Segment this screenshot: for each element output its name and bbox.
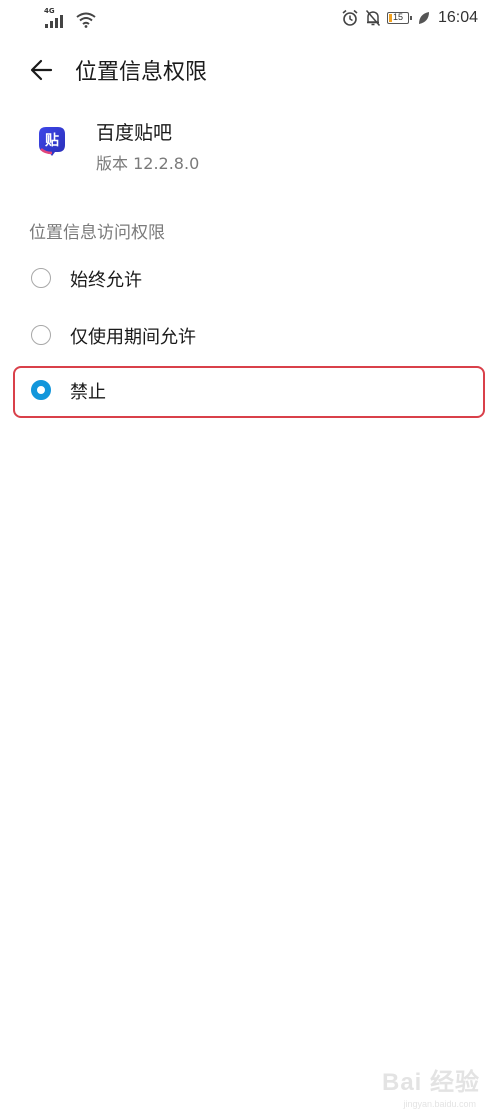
alarm-icon — [342, 9, 358, 26]
app-version: 版本 12.2.8.0 — [96, 154, 200, 173]
eco-leaf-icon — [418, 12, 429, 24]
app-icon-glyph: 贴 — [45, 132, 59, 149]
watermark-logo: Bai 经验 — [381, 1069, 480, 1096]
signal-icon — [45, 15, 63, 28]
status-bar: 4G 15 16:04 — [0, 0, 500, 36]
battery-cap — [409, 16, 412, 20]
battery-level-label: 15 — [392, 12, 403, 22]
screen: { "status_bar": { "network_type": "4G", … — [0, 0, 500, 1111]
baidu-tieba-app-icon: 贴 — [39, 127, 65, 156]
notifications-off-icon — [365, 10, 381, 26]
status-bar-right: 15 16:04 — [341, 7, 478, 29]
app-bar: 位置信息权限 — [0, 48, 500, 92]
wifi-icon — [76, 12, 96, 28]
network-type-label: 4G — [44, 7, 55, 15]
radio-button[interactable] — [31, 268, 51, 288]
option-label: 仅使用期间允许 — [70, 327, 196, 348]
option-allow-while-in-use[interactable]: 仅使用期间允许 — [13, 311, 485, 361]
radio-button[interactable] — [31, 325, 51, 345]
option-always-allow[interactable]: 始终允许 — [13, 254, 485, 304]
page-title: 位置信息权限 — [75, 60, 208, 85]
option-label: 禁止 — [70, 382, 106, 403]
app-name: 百度贴吧 — [96, 122, 173, 144]
watermark: Bai 经验 jingyan.baidu.com — [381, 1062, 480, 1109]
back-button[interactable] — [28, 56, 56, 84]
option-deny[interactable]: 禁止 — [13, 366, 485, 418]
option-label: 始终允许 — [70, 270, 142, 291]
back-arrow-icon — [30, 59, 53, 81]
status-bar-left: 4G — [44, 7, 96, 28]
app-info: 贴 百度贴吧 版本 12.2.8.0 — [0, 118, 500, 176]
section-title: 位置信息访问权限 — [29, 223, 165, 243]
status-bar-time: 16:04 — [437, 9, 478, 26]
radio-button-selected[interactable] — [31, 380, 51, 400]
battery-icon: 15 — [386, 12, 412, 24]
watermark-url: jingyan.baidu.com — [403, 1099, 476, 1109]
